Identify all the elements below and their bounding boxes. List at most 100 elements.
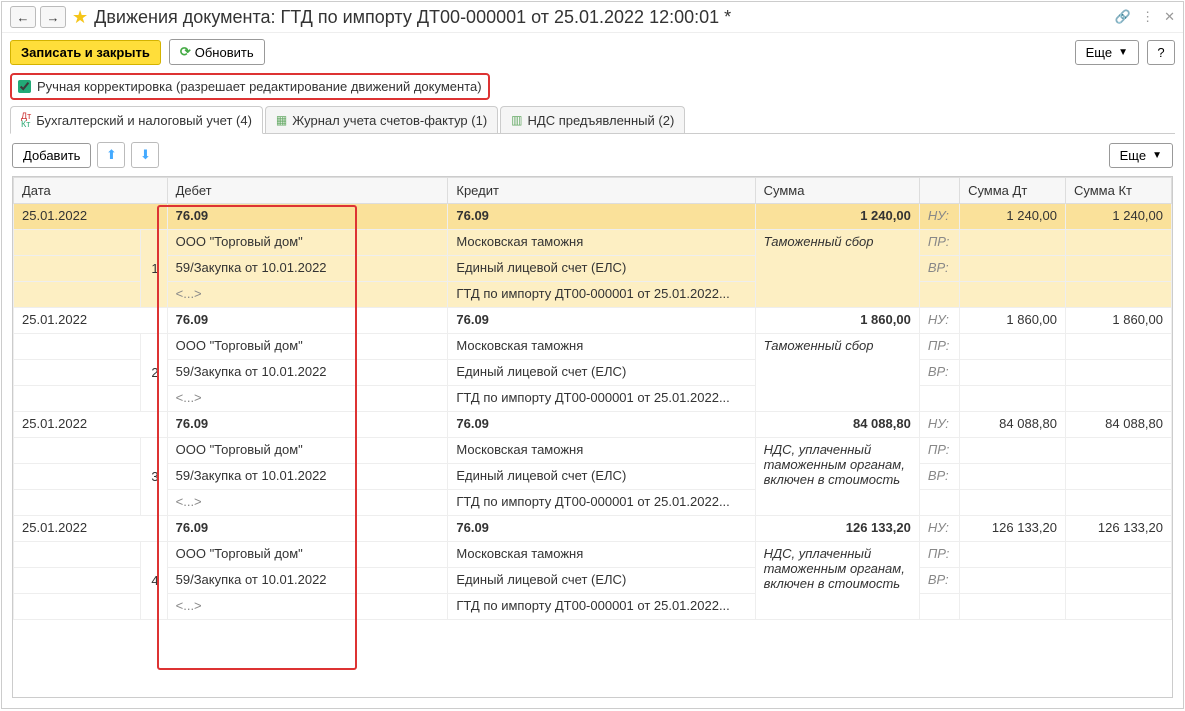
cell-row-number: 2 [141,334,168,412]
cell-pr-label: ПР: [919,334,959,360]
col-sum[interactable]: Сумма [755,178,919,204]
document-icon: ▥ [511,113,522,127]
cell-sumkt: 84 088,80 [1066,412,1172,438]
manual-correction-checkbox[interactable] [18,80,31,93]
cell-credit-account: 76.09 [448,412,755,438]
cell-date: 25.01.2022 [14,308,168,334]
cell-sumkt: 1 860,00 [1066,308,1172,334]
cell-sumdt: 1 240,00 [960,204,1066,230]
cell-debit-subconto2: 59/Закупка от 10.01.2022 [167,256,448,282]
cell-debit-subconto1: ООО "Торговый дом" [167,230,448,256]
col-sumdt[interactable]: Сумма Дт [960,178,1066,204]
table-row[interactable]: 25.01.202276.0976.091 240,00НУ:1 240,001… [14,204,1172,230]
cell-row-number: 1 [141,230,168,308]
cell-sum-note: НДС, уплаченный таможенным органам, вклю… [755,542,919,620]
table-row[interactable]: 2ООО "Торговый дом"Московская таможняТам… [14,334,1172,360]
cell-nu-label: НУ: [919,204,959,230]
table-row[interactable]: 1ООО "Торговый дом"Московская таможняТам… [14,230,1172,256]
table-row[interactable]: <...>ГТД по импорту ДТ00-000001 от 25.01… [14,490,1172,516]
cell-nu-label: НУ: [919,516,959,542]
cell-vr-label: ВР: [919,464,959,490]
nav-back-button[interactable]: ← [10,6,36,28]
save-and-close-button[interactable]: Записать и закрыть [10,40,161,65]
cell-sumdt: 126 133,20 [960,516,1066,542]
cell-sumdt: 84 088,80 [960,412,1066,438]
cell-date: 25.01.2022 [14,204,168,230]
cell-debit-subconto3: <...> [167,594,448,620]
cell-sum: 126 133,20 [755,516,919,542]
table-row[interactable]: 59/Закупка от 10.01.2022Единый лицевой с… [14,256,1172,282]
manual-correction-label: Ручная корректировка (разрешает редактир… [37,79,482,94]
table-row[interactable]: 4ООО "Торговый дом"Московская таможняНДС… [14,542,1172,568]
col-lbl [919,178,959,204]
cell-sum-note: Таможенный сбор [755,334,919,412]
nav-forward-button[interactable]: → [40,6,66,28]
table-row[interactable]: 59/Закупка от 10.01.2022Единый лицевой с… [14,464,1172,490]
table-row[interactable]: 59/Закупка от 10.01.2022Единый лицевой с… [14,568,1172,594]
refresh-button[interactable]: ⟳ Обновить [169,39,265,65]
cell-pr-label: ПР: [919,542,959,568]
col-debit[interactable]: Дебет [167,178,448,204]
refresh-icon: ⟳ [180,44,191,60]
arrow-up-icon: ⬆ [106,147,117,163]
table-row[interactable]: 59/Закупка от 10.01.2022Единый лицевой с… [14,360,1172,386]
help-button[interactable]: ? [1147,40,1175,65]
table-more-button[interactable]: Еще▼ [1109,143,1173,168]
table-row[interactable]: 25.01.202276.0976.091 860,00НУ:1 860,001… [14,308,1172,334]
cell-debit-account: 76.09 [167,308,448,334]
close-icon[interactable]: ✕ [1164,9,1175,25]
cell-credit-subconto2: Единый лицевой счет (ЕЛС) [448,256,755,282]
cell-credit-subconto3: ГТД по импорту ДТ00-000001 от 25.01.2022… [448,386,755,412]
cell-vr-label: ВР: [919,256,959,282]
window-title: Движения документа: ГТД по импорту ДТ00-… [94,7,1109,28]
cell-debit-subconto3: <...> [167,490,448,516]
kebab-menu-icon[interactable]: ⋮ [1141,9,1154,25]
move-up-button[interactable]: ⬆ [97,142,125,168]
cell-date: 25.01.2022 [14,516,168,542]
cell-debit-subconto2: 59/Закупка от 10.01.2022 [167,464,448,490]
table-row[interactable]: 25.01.202276.0976.0984 088,80НУ:84 088,8… [14,412,1172,438]
col-credit[interactable]: Кредит [448,178,755,204]
cell-vr-label: ВР: [919,568,959,594]
cell-credit-subconto2: Единый лицевой счет (ЕЛС) [448,464,755,490]
manual-correction-checkbox-row[interactable]: Ручная корректировка (разрешает редактир… [10,73,490,100]
cell-sumkt: 1 240,00 [1066,204,1172,230]
cell-debit-subconto2: 59/Закупка от 10.01.2022 [167,360,448,386]
cell-debit-subconto3: <...> [167,386,448,412]
tab-accounting[interactable]: ДтКт Бухгалтерский и налоговый учет (4) [10,106,263,134]
cell-sum: 1 860,00 [755,308,919,334]
cell-sum-note: Таможенный сбор [755,230,919,308]
link-icon[interactable]: 🔗 [1115,9,1131,25]
cell-credit-subconto3: ГТД по импорту ДТ00-000001 от 25.01.2022… [448,490,755,516]
cell-debit-subconto3: <...> [167,282,448,308]
cell-credit-subconto2: Единый лицевой счет (ЕЛС) [448,568,755,594]
add-button[interactable]: Добавить [12,143,91,168]
cell-debit-subconto2: 59/Закупка от 10.01.2022 [167,568,448,594]
cell-credit-account: 76.09 [448,516,755,542]
table-row[interactable]: 3ООО "Торговый дом"Московская таможняНДС… [14,438,1172,464]
col-sumkt[interactable]: Сумма Кт [1066,178,1172,204]
table-row[interactable]: <...>ГТД по импорту ДТ00-000001 от 25.01… [14,386,1172,412]
movements-table-container: Дата Дебет Кредит Сумма Сумма Дт Сумма К… [12,176,1173,698]
table-row[interactable]: <...>ГТД по импорту ДТ00-000001 от 25.01… [14,282,1172,308]
cell-sumdt: 1 860,00 [960,308,1066,334]
cell-debit-account: 76.09 [167,412,448,438]
movements-table[interactable]: Дата Дебет Кредит Сумма Сумма Дт Сумма К… [13,177,1172,620]
cell-credit-account: 76.09 [448,308,755,334]
cell-credit-account: 76.09 [448,204,755,230]
table-row[interactable]: <...>ГТД по импорту ДТ00-000001 от 25.01… [14,594,1172,620]
cell-sum-note: НДС, уплаченный таможенным органам, вклю… [755,438,919,516]
col-date[interactable]: Дата [14,178,168,204]
more-button[interactable]: Еще▼ [1075,40,1139,65]
cell-date: 25.01.2022 [14,412,168,438]
favorite-star-icon[interactable]: ★ [72,7,88,28]
table-row[interactable]: 25.01.202276.0976.09126 133,20НУ:126 133… [14,516,1172,542]
move-down-button[interactable]: ⬇ [131,142,159,168]
cell-debit-account: 76.09 [167,516,448,542]
tab-vat[interactable]: ▥ НДС предъявленный (2) [500,106,685,133]
cell-credit-subconto1: Московская таможня [448,230,755,256]
cell-credit-subconto2: Единый лицевой счет (ЕЛС) [448,360,755,386]
cell-row-number: 3 [141,438,168,516]
tab-invoice-journal[interactable]: ▦ Журнал учета счетов-фактур (1) [265,106,498,133]
cell-row-number: 4 [141,542,168,620]
